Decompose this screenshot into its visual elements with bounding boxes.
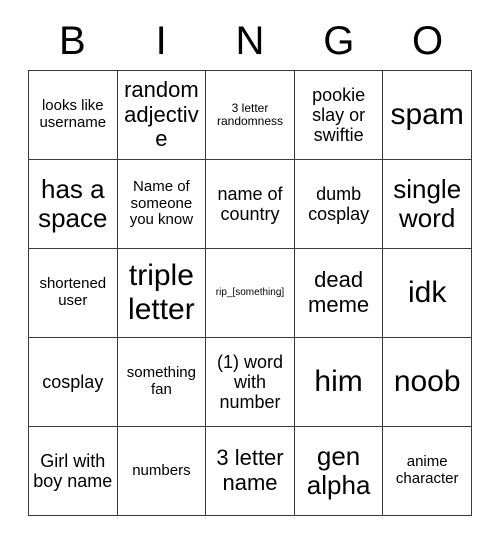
- bingo-cell[interactable]: Girl with boy name: [29, 427, 118, 516]
- bingo-cell-label: has a space: [38, 173, 108, 233]
- bingo-cell-label: shortened user: [39, 275, 107, 309]
- header-letter-n: N: [235, 19, 265, 63]
- bingo-cell-label: gen alpha: [306, 440, 371, 500]
- bingo-cell-label: spam: [390, 98, 464, 132]
- header-letter-g: G: [323, 19, 355, 63]
- bingo-cell-label: anime character: [395, 453, 459, 487]
- bingo-cell-label: 3 letter randomness: [216, 100, 284, 128]
- bingo-cell[interactable]: 3 letter randomness: [206, 71, 295, 160]
- bingo-cell-label: dead meme: [308, 267, 370, 317]
- bingo-cell[interactable]: triple letter: [117, 249, 207, 338]
- bingo-cell[interactable]: something fan: [117, 338, 207, 427]
- bingo-cell[interactable]: dead meme: [294, 249, 384, 338]
- bingo-cell-label: random adjective: [124, 77, 199, 152]
- bingo-cell-label: name of country: [217, 183, 283, 224]
- bingo-cell-label: idk: [408, 276, 447, 310]
- bingo-cell[interactable]: pookie slay or swiftie: [294, 71, 384, 160]
- bingo-cell-label: single word: [393, 173, 462, 233]
- bingo-cell-label: numbers: [132, 461, 191, 479]
- bingo-cell[interactable]: him: [294, 338, 384, 427]
- header-letter-o: O: [412, 19, 444, 63]
- bingo-cell[interactable]: anime character: [383, 427, 472, 516]
- bingo-cell[interactable]: gen alpha: [294, 427, 384, 516]
- bingo-cell[interactable]: single word: [383, 160, 472, 249]
- bingo-grid: looks like username random adjective 3 let…: [28, 70, 472, 516]
- bingo-cell-label: cosplay: [42, 371, 104, 392]
- bingo-cell[interactable]: name of country: [206, 160, 295, 249]
- bingo-cell[interactable]: looks like username: [29, 71, 118, 160]
- bingo-cell-label: 3 letter name: [216, 445, 284, 495]
- bingo-cell[interactable]: rip_[something]: [206, 249, 295, 338]
- bingo-cell-label: looks like username: [39, 97, 107, 131]
- bingo-cell-label: (1) word with number: [216, 351, 283, 413]
- bingo-cell-label: triple letter: [128, 259, 195, 326]
- bingo-cell-label: noob: [393, 365, 461, 399]
- bingo-cell[interactable]: Name of someone you know: [117, 160, 207, 249]
- bingo-cell-label: him: [314, 365, 363, 399]
- bingo-cell[interactable]: cosplay: [29, 338, 118, 427]
- bingo-cell[interactable]: idk: [383, 249, 472, 338]
- bingo-cell[interactable]: 3 letter name: [206, 427, 295, 516]
- bingo-cell[interactable]: dumb cosplay: [294, 160, 384, 249]
- bingo-card: B I N G O looks like username random adje…: [28, 12, 472, 516]
- bingo-cell[interactable]: spam: [383, 71, 472, 160]
- bingo-header-row: B I N G O: [28, 12, 472, 70]
- header-letter-i: I: [155, 19, 167, 63]
- bingo-cell-label: Girl with boy name: [33, 450, 113, 491]
- bingo-cell-label: something fan: [126, 364, 196, 398]
- bingo-cell[interactable]: (1) word with number: [206, 338, 295, 427]
- bingo-cell-label: pookie slay or swiftie: [312, 84, 366, 146]
- bingo-cell[interactable]: noob: [383, 338, 472, 427]
- bingo-cell[interactable]: numbers: [117, 427, 207, 516]
- bingo-cell-label: rip_[something]: [215, 287, 285, 299]
- bingo-cell[interactable]: has a space: [29, 160, 118, 249]
- bingo-cell[interactable]: shortened user: [29, 249, 118, 338]
- header-letter-b: B: [59, 19, 86, 63]
- bingo-cell-label: dumb cosplay: [308, 183, 370, 224]
- bingo-cell-label: Name of someone you know: [129, 177, 194, 229]
- bingo-cell[interactable]: random adjective: [117, 71, 207, 160]
